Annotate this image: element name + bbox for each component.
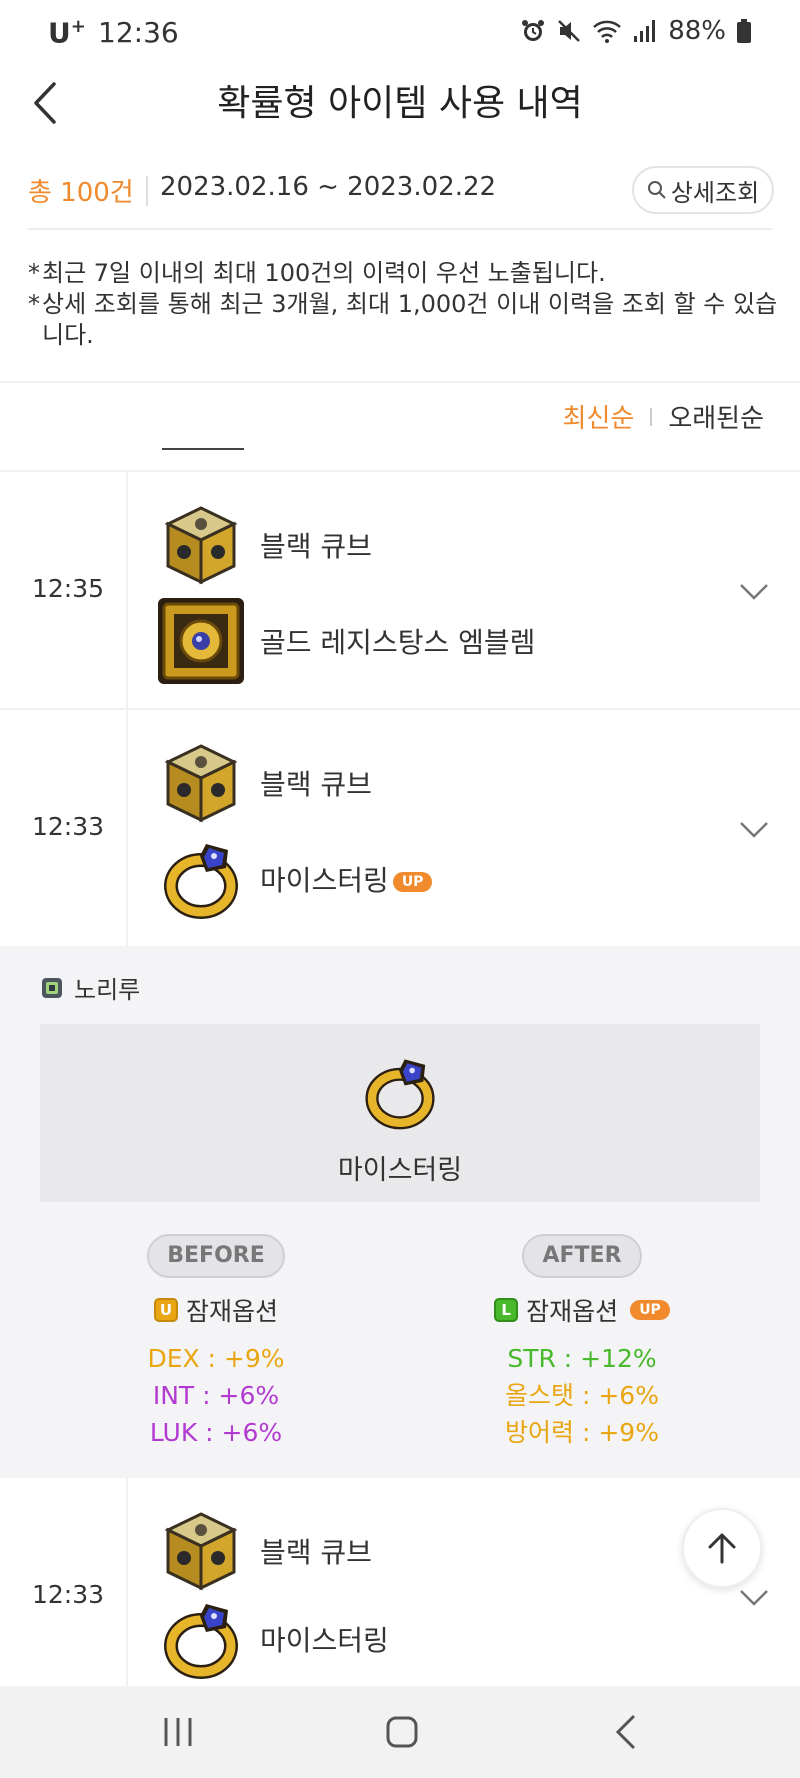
option-header: L 잠재옵션 UP [432, 1292, 732, 1328]
item-card-name: 마이스터링 [337, 1155, 463, 1186]
title-bar: 확률형 아이템 사용 내역 [0, 64, 800, 140]
option-header: U 잠재옵션 [66, 1292, 366, 1328]
divider [146, 176, 148, 206]
character-info: 노리루 [40, 970, 140, 1005]
ring-icon [164, 844, 238, 919]
entry-time: 12:33 [32, 812, 105, 841]
target-item: 골드 레지스탕스 엠블렘 [156, 596, 535, 686]
divider [28, 228, 772, 230]
option-line: INT : +6% [152, 1381, 280, 1410]
entry-time: 12:35 [32, 574, 105, 603]
date-range: 2023.02.16 ~ 2023.02.22 [160, 172, 497, 202]
target-item-name: 골드 레지스탕스 엠블렘 [260, 626, 536, 659]
notice-line-text: 최근 7일 이내의 최대 100건의 이력이 우선 노출됩니다. [42, 259, 606, 287]
option-line: DEX : +9% [147, 1344, 285, 1373]
option-line: LUK : +6% [149, 1418, 283, 1447]
scroll-indicator [162, 448, 244, 450]
option-line: 방어력 : +9% [505, 1418, 659, 1447]
detail-search-button[interactable]: 상세조회 [632, 166, 774, 214]
sort-newest[interactable]: 최신순 [563, 398, 635, 435]
chevron-down-icon[interactable] [738, 820, 770, 840]
before-label: BEFORE [147, 1234, 285, 1278]
target-item-name: 마이스터링 UP [260, 859, 433, 899]
cube-item: 블랙 큐브 [156, 1506, 372, 1596]
target-item-name: 마이스터링 [260, 1624, 389, 1657]
battery-percent: 88% [668, 16, 726, 46]
notice-line: * 상세 조회를 통해 최근 3개월, 최대 1,000건 이내 이력을 조회 할… [28, 290, 778, 349]
home-icon[interactable] [380, 1712, 424, 1752]
character-icon [42, 977, 62, 998]
search-icon [647, 181, 666, 199]
option-list: DEX : +9% INT : +6% LUK : +6% [66, 1340, 366, 1451]
after-label: AFTER [522, 1234, 642, 1278]
wifi-icon [593, 20, 622, 43]
signal-icon [634, 20, 656, 42]
notice-text: * 최근 7일 이내의 최대 100건의 이력이 우선 노출됩니다. * 상세 조회… [28, 258, 778, 351]
cube-name: 블랙 큐브 [260, 768, 372, 801]
history-entry[interactable]: 12:35 블랙 큐브 골드 레지스탕스 엠블렘 [0, 470, 800, 708]
time-column: 12:35 [0, 472, 128, 708]
entry-time: 12:33 [32, 1580, 105, 1609]
detail-search-label: 상세조회 [670, 178, 760, 207]
divider [650, 407, 653, 426]
up-badge: UP [630, 1300, 670, 1320]
chevron-down-icon[interactable] [738, 1588, 770, 1608]
mute-icon [558, 20, 581, 42]
page-title: 확률형 아이템 사용 내역 [217, 83, 583, 124]
up-badge: UP [392, 872, 433, 892]
ring-icon [164, 1604, 238, 1679]
option-list: STR : +12% 올스탯 : +6% 방어력 : +9% [432, 1340, 732, 1451]
recent-apps-icon[interactable] [156, 1712, 200, 1752]
black-cube-icon [164, 1512, 238, 1591]
character-name: 노리루 [74, 976, 141, 1004]
cube-item: 블랙 큐브 [156, 500, 372, 590]
arrow-up-icon [708, 1533, 736, 1564]
carrier-label: U+ [48, 16, 86, 50]
status-time: 12:36 [98, 16, 179, 49]
item-card: 마이스터링 [40, 1024, 760, 1202]
before-column: BEFORE U 잠재옵션 DEX : +9% INT : +6% LUK : … [66, 1234, 366, 1451]
scroll-to-top-button[interactable] [682, 1508, 762, 1588]
cube-item: 블랙 큐브 [156, 738, 372, 828]
history-entry[interactable]: 12:33 블랙 큐브 마이스터링 UP [0, 708, 800, 946]
notice-line: * 최근 7일 이내의 최대 100건의 이력이 우선 노출됩니다. [28, 259, 606, 287]
time-column: 12:33 [0, 1478, 128, 1686]
cube-name: 블랙 큐브 [260, 530, 372, 563]
option-line: STR : +12% [507, 1344, 657, 1373]
system-nav-bar [0, 1686, 800, 1778]
alarm-icon [522, 20, 545, 41]
summary-row: 총 100건 2023.02.16 ~ 2023.02.22 상세조회 [28, 166, 774, 216]
notice-line-text: 상세 조회를 통해 최근 3개월, 최대 1,000건 이내 이력을 조회 할 … [42, 290, 778, 349]
option-title: 잠재옵션 [526, 1297, 619, 1326]
target-item: 마이스터링 UP [156, 834, 433, 924]
time-column: 12:33 [0, 710, 128, 946]
sort-toggle: 최신순 오래된순 [563, 398, 764, 435]
emblem-icon [158, 598, 244, 684]
target-item: 마이스터링 [156, 1594, 389, 1684]
history-entry[interactable]: 12:33 블랙 큐브 마이스터링 [0, 1478, 800, 1686]
total-count: 총 100건 [28, 178, 134, 208]
black-cube-icon [164, 744, 238, 823]
sort-oldest[interactable]: 오래된순 [668, 398, 764, 435]
divider [0, 381, 800, 383]
battery-icon [737, 19, 751, 43]
chevron-down-icon[interactable] [738, 582, 770, 602]
status-icons: 88% [520, 16, 752, 46]
after-column: AFTER L 잠재옵션 UP STR : +12% 올스탯 : +6% 방어력… [432, 1234, 732, 1451]
entry-detail-panel: 노리루 마이스터링 BEFORE U 잠재옵션 DEX : +9% INT : … [0, 946, 800, 1478]
ring-icon [365, 1059, 435, 1130]
unique-grade-icon: U [153, 1298, 178, 1322]
cube-name: 블랙 큐브 [260, 1536, 372, 1569]
option-title: 잠재옵션 [185, 1297, 278, 1326]
status-bar: U+ 12:36 88% [0, 0, 800, 64]
option-line: 올스탯 : +6% [505, 1381, 659, 1410]
legendary-grade-icon: L [494, 1298, 519, 1322]
back-nav-icon[interactable] [606, 1712, 650, 1752]
black-cube-icon [164, 506, 238, 585]
